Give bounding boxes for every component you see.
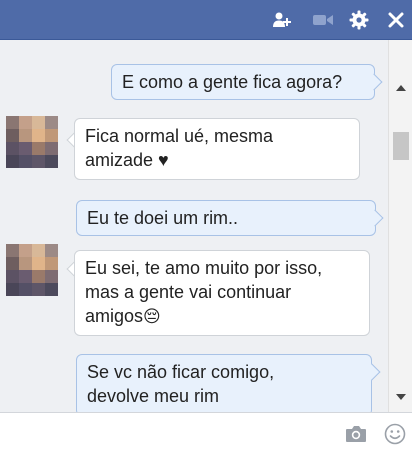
message-input[interactable] (8, 421, 328, 449)
gear-icon[interactable] (349, 10, 369, 30)
emoji-icon[interactable] (384, 423, 406, 450)
camera-icon[interactable] (344, 423, 368, 450)
message-text-line: Se vc não ficar comigo, (87, 362, 275, 382)
message-text: Eu te doei um rim.. (87, 208, 239, 228)
pensive-emoji: 😔 (143, 307, 161, 326)
message-text-line: amigos (85, 306, 144, 326)
message-text-line: mas a gente vai continuar (85, 282, 292, 302)
message-bubble-outgoing: E como a gente fica agora? (111, 64, 375, 100)
message-text-line: Eu sei, te amo muito por isso, (85, 258, 323, 278)
message-text-line: amizade ♥ (85, 150, 169, 170)
message-bubble-outgoing: Se vc não ficar comigo, devolve meu rim (76, 354, 372, 412)
message-bubble-incoming: Eu sei, te amo muito por isso, mas a gen… (74, 250, 370, 336)
add-friend-icon[interactable] (272, 10, 292, 30)
avatar[interactable] (6, 116, 58, 168)
message-text-line: Fica normal ué, mesma (85, 126, 274, 146)
message-composer (0, 412, 412, 456)
message-list[interactable]: E como a gente fica agora? Fica normal u… (0, 40, 388, 412)
scrollbar[interactable] (388, 40, 412, 412)
message-bubble-outgoing: Eu te doei um rim.. (76, 200, 376, 236)
message-bubble-incoming: Fica normal ué, mesma amizade ♥ (74, 118, 360, 180)
avatar[interactable] (6, 244, 58, 296)
close-icon[interactable] (386, 10, 406, 30)
scroll-down-arrow-icon[interactable] (396, 394, 406, 400)
scrollbar-thumb[interactable] (393, 132, 409, 160)
video-call-icon[interactable] (312, 10, 333, 30)
chat-header (0, 0, 412, 40)
message-text-line: devolve meu rim (87, 386, 220, 406)
scroll-up-arrow-icon[interactable] (396, 85, 406, 91)
message-text: E como a gente fica agora? (122, 72, 343, 92)
